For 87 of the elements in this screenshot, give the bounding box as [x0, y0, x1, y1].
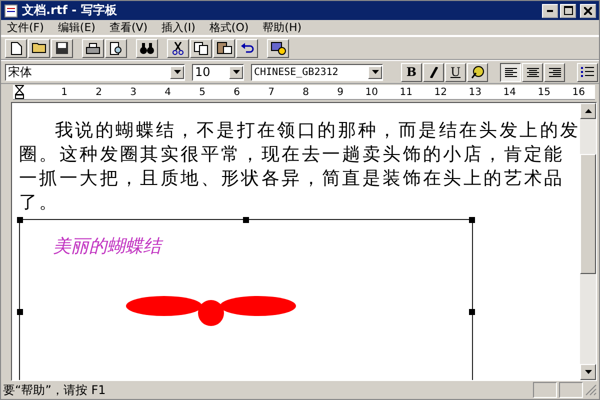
italic-button[interactable]	[423, 62, 444, 82]
align-center-button[interactable]	[522, 62, 543, 82]
open-button[interactable]	[28, 38, 50, 58]
ruler-number: 3	[129, 86, 136, 98]
paragraph: 我说的蝴蝶结，不是打在领口的那种，而是结在头发上的发圈。这种发圈其实很平常，现在去一趟卖头饰的小店，肯定能一抓一大把，且质地、形状各异，简直是装饰在头上的艺术品了。	[19, 119, 580, 215]
font-dropdown[interactable]: 宋体	[5, 64, 185, 80]
resize-handle[interactable]	[243, 217, 249, 223]
size-dropdown[interactable]: 10	[192, 64, 244, 80]
menu-item[interactable]: 编辑(E)	[58, 20, 96, 35]
align-right-button[interactable]	[544, 62, 565, 82]
maximize-button[interactable]	[560, 4, 576, 18]
underline-button[interactable]: U	[445, 62, 466, 82]
indent-marker-icon[interactable]	[15, 85, 24, 99]
ruler-number: 5	[198, 86, 206, 98]
undo-button[interactable]	[236, 38, 258, 58]
page-magnifier-icon	[110, 42, 122, 54]
script-dropdown[interactable]: CHINESE_GB2312	[251, 64, 383, 80]
menu-item[interactable]: 帮助(H)	[262, 20, 302, 35]
scroll-up-button[interactable]	[580, 103, 596, 119]
caret-icon	[232, 70, 240, 74]
object-caption: 美丽的蝴蝶结	[53, 234, 161, 258]
align-right-icon	[548, 68, 561, 76]
copy-button[interactable]	[190, 38, 212, 58]
scrollbar-thumb[interactable]	[580, 154, 596, 274]
ruler-number: 4	[164, 86, 171, 98]
window-title: 文档.rtf - 写字板	[22, 2, 118, 19]
ruler-number: 9	[336, 86, 344, 98]
menu-item[interactable]: 格式(O)	[209, 20, 249, 35]
menu-item[interactable]: 查看(V)	[109, 20, 148, 35]
down-arrow-icon	[584, 370, 592, 374]
blank-page-icon	[10, 42, 22, 54]
find-button[interactable]	[136, 38, 158, 58]
ruler-number: 13	[468, 86, 482, 98]
ruler-number: 11	[398, 86, 412, 98]
ruler-number: 14	[502, 86, 516, 98]
bullets-button[interactable]	[577, 62, 598, 82]
minimize-icon	[547, 10, 553, 12]
ruler-number: 7	[267, 86, 274, 98]
object-icon	[270, 42, 286, 54]
ruler-number: 16	[571, 86, 585, 98]
minimize-button[interactable]	[542, 4, 558, 18]
printer-icon	[86, 42, 100, 54]
save-button[interactable]	[51, 38, 73, 58]
clipboard-icon	[216, 42, 232, 54]
palette-icon	[471, 66, 484, 78]
status-text: 要“帮助”，请按 F1	[3, 382, 107, 398]
align-center-icon	[526, 68, 539, 76]
embedded-object[interactable]: 美丽的蝴蝶结	[19, 219, 473, 380]
paste-button[interactable]	[213, 38, 235, 58]
resize-grip-icon[interactable]	[585, 384, 597, 396]
ruler-number: 15	[536, 86, 550, 98]
align-left-button[interactable]	[500, 62, 521, 82]
menu-item[interactable]: 文件(F)	[7, 20, 44, 35]
ruler-number: 2	[94, 86, 102, 98]
document-icon	[4, 4, 18, 18]
scissors-icon	[172, 42, 184, 54]
resize-handle[interactable]	[17, 309, 23, 315]
close-icon	[584, 6, 592, 14]
ruler-number: 10	[364, 86, 378, 98]
new-document-button[interactable]	[5, 38, 27, 58]
print-preview-button[interactable]	[105, 38, 127, 58]
scroll-down-button[interactable]	[580, 364, 596, 380]
color-button[interactable]	[467, 62, 488, 82]
ruler-number: 6	[232, 86, 240, 98]
ruler-number: 8	[302, 86, 309, 98]
resize-handle[interactable]	[17, 217, 23, 223]
ruler-number: 1	[60, 86, 68, 98]
binoculars-icon	[140, 42, 154, 54]
ruler-number: 12	[433, 86, 447, 98]
resize-handle[interactable]	[469, 217, 475, 223]
cut-button[interactable]	[167, 38, 189, 58]
caret-icon	[174, 70, 180, 74]
menu-item[interactable]: 插入(I)	[162, 20, 196, 35]
up-arrow-icon	[584, 109, 592, 113]
print-button[interactable]	[82, 38, 104, 58]
bold-button[interactable]: B	[401, 62, 422, 82]
copy-icon	[194, 42, 208, 54]
undo-arrow-icon	[240, 43, 254, 53]
resize-handle[interactable]	[469, 309, 475, 315]
bullet-list-icon	[581, 66, 594, 78]
folder-icon	[32, 43, 46, 53]
align-left-icon	[504, 68, 517, 76]
close-button[interactable]	[580, 4, 596, 18]
maximize-icon	[564, 6, 572, 15]
caret-icon	[372, 70, 378, 74]
italic-stroke-icon	[430, 66, 438, 78]
insert-object-button[interactable]	[267, 38, 289, 58]
